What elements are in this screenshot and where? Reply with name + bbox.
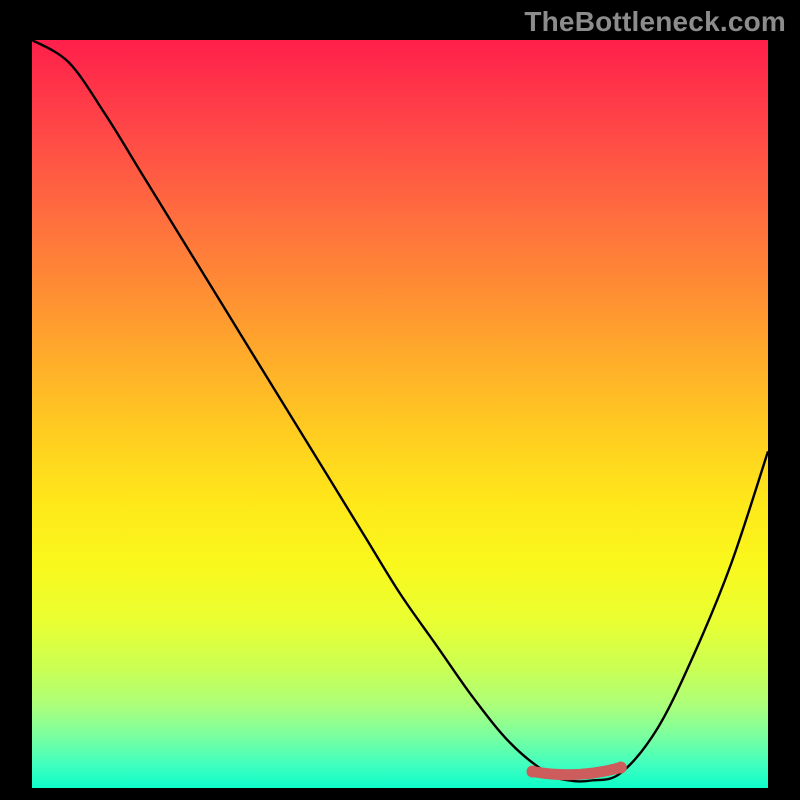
accent-dot-right [615,762,627,774]
chart-svg [32,40,768,788]
accent-segment [533,768,621,775]
accent-dot-left [527,766,539,778]
bottleneck-curve [32,40,768,781]
chart-container: TheBottleneck.com [0,0,800,800]
watermark-text: TheBottleneck.com [524,6,786,38]
